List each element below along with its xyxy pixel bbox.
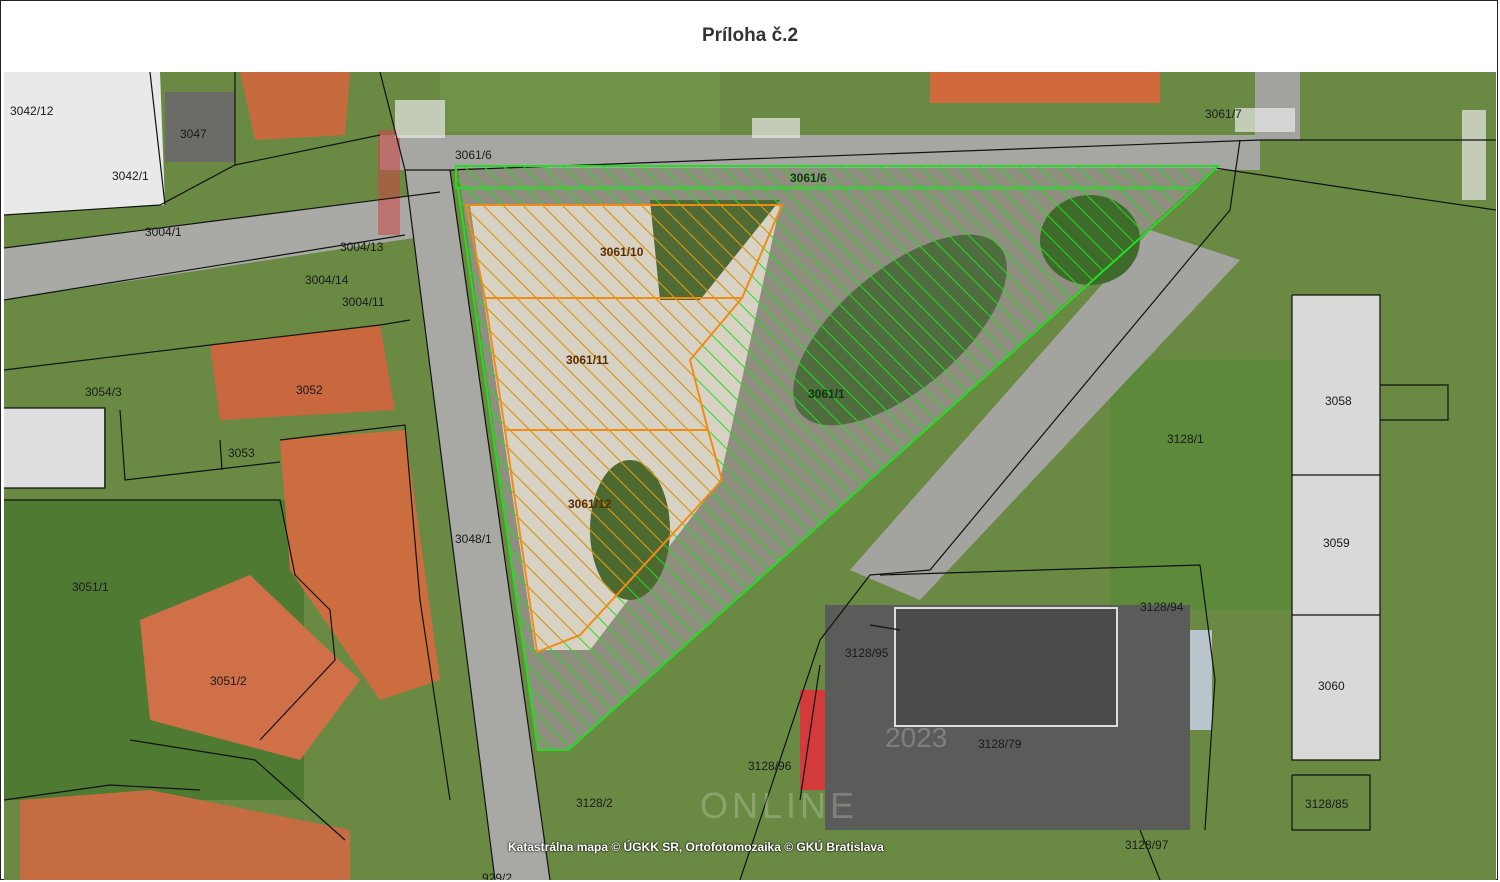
crosswalk-left: [378, 130, 400, 235]
parcel-label-3052: 3052: [296, 383, 323, 397]
parcel-label-3051-1: 3051/1: [72, 580, 109, 594]
crosswalk-top: [395, 100, 445, 138]
road-3061-6: [380, 135, 1260, 170]
cadastral-map: 3042/12 3047 3042/1 3061/6 3061/7 3004/1…: [4, 72, 1496, 880]
parcel-label-3061-7: 3061/7: [1205, 107, 1242, 121]
parcel-label-3128-96: 3128/96: [748, 759, 792, 773]
lawn-right: [1110, 360, 1300, 610]
building-3042-12: [4, 72, 165, 215]
parcel-label-3047: 3047: [180, 127, 207, 141]
parcel-label-3061-6-top: 3061/6: [455, 148, 492, 162]
parcel-label-3004-14: 3004/14: [305, 273, 349, 287]
parcel-label-3128-2: 3128/2: [576, 796, 613, 810]
building-roof-top-mid: [930, 72, 1160, 103]
parcel-label-3060: 3060: [1318, 679, 1345, 693]
parcel-label-3128-1: 3128/1: [1167, 432, 1204, 446]
parcel-label-3051-2: 3051/2: [210, 674, 247, 688]
watermark-year: 2023: [885, 722, 948, 753]
watermark: ONLINE: [700, 785, 859, 826]
parcel-label-3048-1: 3048/1: [455, 532, 492, 546]
plot-label-3061-1: 3061/1: [808, 387, 845, 401]
parcel-label-3042-1: 3042/1: [112, 169, 149, 183]
crosswalk-right: [1235, 108, 1295, 132]
page-title: Príloha č.2: [701, 25, 799, 46]
parcel-label-929-2: 929/2: [482, 871, 512, 880]
parcel-label-3128-85: 3128/85: [1305, 797, 1349, 811]
building-roof-top-left: [240, 72, 350, 140]
parcel-label-3128-94: 3128/94: [1140, 600, 1184, 614]
plot-label-3061-12: 3061/12: [568, 497, 612, 511]
map-attribution: Katastrálna mapa © ÚGKK SR, Ortofotomoza…: [508, 840, 884, 854]
parcel-label-3128-97: 3128/97: [1125, 838, 1169, 852]
crosswalk-mid: [752, 118, 800, 138]
parcel-label-3128-95: 3128/95: [845, 646, 889, 660]
parcel-label-3004-1: 3004/1: [145, 225, 182, 239]
plot-label-3061-6: 3061/6: [790, 171, 827, 185]
parcel-label-3058: 3058: [1325, 394, 1352, 408]
parcel-label-3042-12: 3042/12: [10, 104, 54, 118]
parcel-label-3054-3: 3054/3: [85, 385, 122, 399]
map-viewport[interactable]: 3042/12 3047 3042/1 3061/6 3061/7 3004/1…: [4, 72, 1496, 880]
plot-label-3061-11: 3061/11: [566, 353, 609, 367]
crosswalk-far-right: [1462, 110, 1486, 200]
parcel-label-3053: 3053: [228, 446, 255, 460]
lawn-top: [440, 72, 720, 132]
building-side: [1190, 630, 1212, 730]
parcel-label-3059: 3059: [1323, 536, 1350, 550]
plot-3061-6-area[interactable]: [455, 165, 1221, 189]
parcel-label-3004-11: 3004/11: [342, 295, 385, 309]
building-3054-3: [4, 408, 104, 488]
parcel-label-3004-13: 3004/13: [340, 240, 384, 254]
plot-label-3061-10: 3061/10: [600, 245, 644, 259]
parcel-label-3128-79: 3128/79: [978, 737, 1022, 751]
building-3128-79-courtyard: [894, 607, 1118, 727]
